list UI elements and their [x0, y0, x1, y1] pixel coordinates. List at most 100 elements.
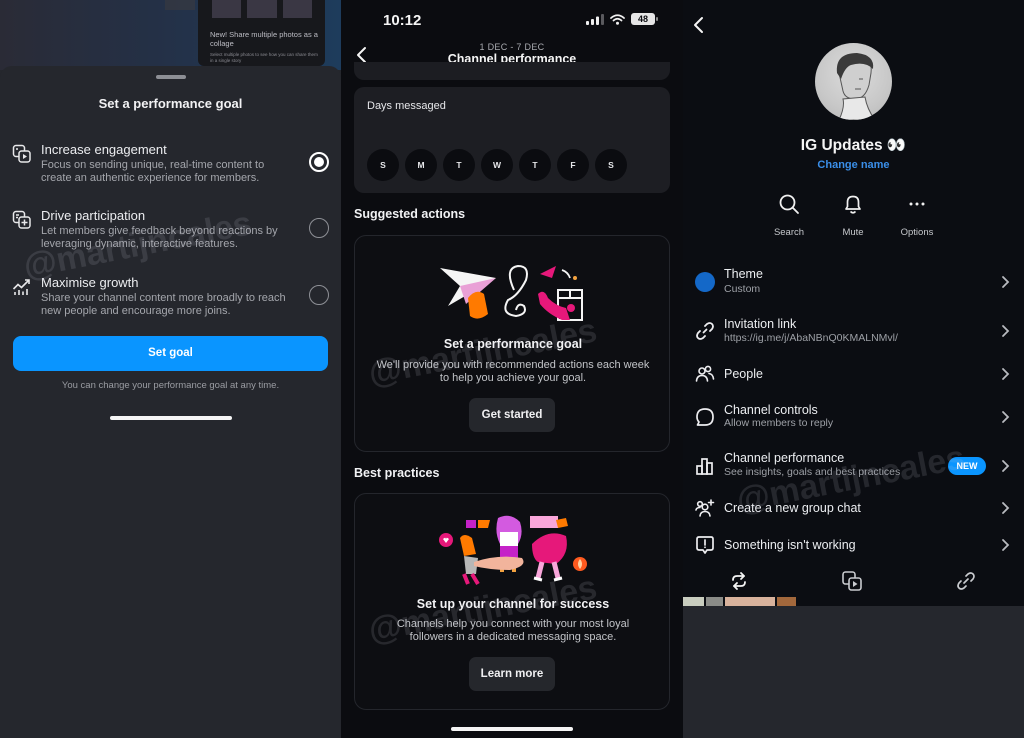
best-practices-card-description: Channels help you connect with your most… — [396, 618, 630, 643]
more-icon — [909, 202, 925, 206]
days-messaged-title: Days messaged — [367, 100, 446, 112]
best-practices-card-title: Set up your channel for success — [416, 597, 610, 611]
repost-icon[interactable] — [728, 570, 750, 592]
suggested-card-description: We'll provide you with recommended actio… — [376, 359, 650, 384]
chevron-right-icon — [1002, 325, 1010, 337]
set-goal-button[interactable]: Set goal — [13, 336, 328, 371]
status-time: 10:12 — [383, 12, 422, 29]
chevron-right-icon — [1002, 460, 1010, 472]
suggested-card-title: Set a performance goal — [443, 337, 583, 351]
day-sunday: S — [367, 149, 399, 181]
chat-bubble-icon — [696, 408, 714, 426]
invitation-url[interactable]: https://ig.me/j/AbaNBnQ0KMALNMvl/ — [724, 332, 898, 344]
row-title: Channel performance — [724, 451, 845, 465]
theme-color-dot — [695, 272, 715, 292]
channel-avatar[interactable] — [815, 43, 892, 120]
battery-indicator: 48 — [631, 13, 658, 25]
learn-more-button[interactable]: Learn more — [469, 657, 555, 691]
add-content-icon — [12, 210, 31, 229]
link-icon[interactable] — [955, 570, 977, 592]
channel-controls-row[interactable]: Channel controls Allow members to reply — [683, 399, 1024, 435]
home-indicator — [451, 727, 573, 731]
day-wednesday: W — [481, 149, 513, 181]
theme-row[interactable]: Theme Custom — [683, 264, 1024, 300]
bar-chart-icon — [696, 458, 713, 475]
report-problem-row[interactable]: Something isn't working — [683, 527, 1024, 563]
set-goal-screen: New! Share multiple photos as a collage … — [0, 0, 341, 738]
search-icon — [779, 194, 799, 214]
thumbnail[interactable] — [683, 597, 704, 606]
options-action[interactable]: Options — [887, 193, 947, 238]
goal-title: Maximise growth — [41, 275, 139, 290]
chevron-right-icon — [1002, 411, 1010, 423]
options-label: Options — [900, 227, 934, 238]
goal-radio-selected[interactable] — [309, 152, 329, 172]
weekday-row: S M T W T F S — [367, 149, 627, 181]
collage-card-subtitle: Select multiple photos to see how you ca… — [210, 52, 318, 63]
chevron-right-icon — [1002, 502, 1010, 514]
goal-bottom-sheet: Set a performance goal Increase engageme… — [0, 66, 341, 738]
add-group-icon — [695, 499, 715, 517]
chevron-right-icon — [1002, 276, 1010, 288]
goal-option-maximise-growth[interactable]: Maximise growth Share your channel conte… — [0, 275, 341, 329]
status-icons: 48 — [586, 13, 658, 25]
thumbnail[interactable] — [777, 597, 796, 606]
paper-plane-illustration — [355, 258, 671, 326]
sheet-title: Set a performance goal — [98, 96, 243, 111]
row-subtitle: See insights, goals and best practices — [724, 466, 901, 478]
goal-title: Drive participation — [41, 208, 146, 223]
suggested-actions-heading: Suggested actions — [354, 207, 466, 221]
search-action[interactable]: Search — [759, 193, 819, 238]
goal-option-drive-participation[interactable]: Drive participation Let members give fee… — [0, 208, 341, 262]
bell-icon — [845, 195, 861, 214]
people-row[interactable]: People — [683, 356, 1024, 392]
community-illustration — [355, 514, 671, 586]
create-group-chat-row[interactable]: Create a new group chat — [683, 490, 1024, 526]
row-title: People — [724, 367, 763, 381]
chevron-right-icon — [1002, 368, 1010, 380]
people-icon — [695, 365, 715, 382]
sheet-grabber[interactable] — [156, 75, 186, 79]
day-saturday: S — [595, 149, 627, 181]
media-collage-icon — [12, 144, 31, 163]
row-title: Invitation link — [724, 317, 797, 331]
search-label: Search — [773, 227, 805, 238]
media-icon[interactable] — [841, 570, 863, 592]
goal-radio[interactable] — [309, 285, 329, 305]
thumbnail[interactable] — [725, 597, 775, 606]
new-badge: NEW — [948, 457, 986, 475]
row-subtitle: Allow members to reply — [724, 417, 834, 429]
channel-performance-row[interactable]: Channel performance See insights, goals … — [683, 448, 1024, 484]
content-tabs — [683, 566, 1024, 596]
goal-radio[interactable] — [309, 218, 329, 238]
back-button[interactable] — [689, 14, 709, 36]
goal-title: Increase engagement — [41, 142, 167, 157]
goal-description: Let members give feedback beyond reactio… — [41, 225, 278, 250]
invitation-link-row[interactable]: Invitation link https://ig.me/j/AbaNBnQ0… — [683, 313, 1024, 349]
media-thumbnails — [683, 597, 796, 606]
row-subtitle: Custom — [724, 283, 761, 295]
row-title: Theme — [724, 267, 763, 281]
thumbnail[interactable] — [706, 597, 723, 606]
empty-area — [683, 606, 1024, 738]
day-thursday: T — [519, 149, 551, 181]
chevron-right-icon — [1002, 539, 1010, 551]
goal-description: Share your channel content more broadly … — [41, 292, 286, 317]
channel-performance-screen: 10:12 48 1 DEC - 7 DEC Channel performan… — [341, 0, 683, 738]
day-monday: M — [405, 149, 437, 181]
mute-action[interactable]: Mute — [823, 193, 883, 238]
goal-description: Focus on sending unique, real-time conte… — [41, 159, 265, 184]
change-name-link[interactable]: Change name — [683, 159, 1024, 171]
collage-card-title: New! Share multiple photos as a collage — [210, 30, 318, 48]
best-practices-card: Set up your channel for success Channels… — [354, 493, 670, 710]
row-title: Channel controls — [724, 403, 818, 417]
best-practices-heading: Best practices — [354, 466, 440, 480]
get-started-button[interactable]: Get started — [469, 398, 555, 432]
signal-icon — [586, 13, 604, 25]
days-messaged-card: Days messaged S M T W T F S — [354, 87, 670, 193]
growth-chart-icon — [12, 279, 30, 295]
background-collage-card: New! Share multiple photos as a collage … — [198, 0, 325, 66]
wifi-icon — [610, 13, 625, 25]
previous-card-edge — [354, 62, 670, 80]
goal-option-increase-engagement[interactable]: Increase engagement Focus on sending uni… — [0, 142, 341, 196]
